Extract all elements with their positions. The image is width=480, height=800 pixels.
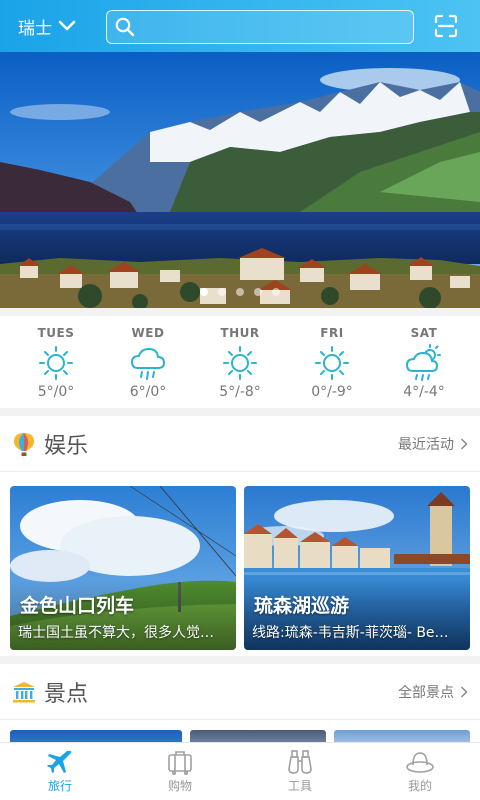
- hero-banner[interactable]: [0, 52, 480, 308]
- forecast-day[interactable]: THUR 5°/-8°: [200, 316, 280, 408]
- tab-label: 工具: [287, 779, 312, 793]
- airplane-icon: [47, 751, 72, 773]
- tab-label: 购物: [167, 779, 192, 793]
- hot-air-balloon-icon: [14, 432, 34, 456]
- entertainment-section: 娱乐 最近活动 金色山口列车 瑞士国土虽不算大，很多人觉… 琉森湖巡游 线路:琉…: [0, 416, 480, 656]
- banner-image: [0, 52, 480, 308]
- luggage-icon: [168, 751, 192, 775]
- activity-card[interactable]: 琉森湖巡游 线路:琉森-韦吉斯-菲茨瑙- Be…: [244, 486, 470, 650]
- section-title: 景点: [44, 681, 89, 707]
- chevron-right-icon: [460, 437, 468, 450]
- section-header: 娱乐 最近活动: [0, 416, 480, 472]
- hat-icon: [406, 752, 434, 773]
- region-selector[interactable]: 瑞士: [18, 14, 76, 39]
- day-name: WED: [131, 326, 165, 340]
- section-title: 娱乐: [44, 433, 89, 459]
- sun-icon: [315, 346, 349, 380]
- sun-rain-icon: [405, 344, 441, 381]
- museum-icon: [13, 681, 35, 702]
- binoculars-icon: [288, 750, 312, 774]
- day-name: SAT: [410, 326, 438, 340]
- sights-section: 景点 全部景点: [0, 664, 480, 754]
- page-dot[interactable]: [272, 288, 280, 296]
- page-dot[interactable]: [254, 288, 262, 296]
- rain-cloud-icon: [130, 347, 166, 380]
- day-name: THUR: [220, 326, 260, 340]
- page-dot[interactable]: [236, 288, 244, 296]
- app-page: 瑞士 TUES 5°/0° WED 6°/0° THUR 5°/-8° FRI …: [0, 0, 480, 800]
- day-temp: 5°/0°: [37, 384, 75, 400]
- search-box[interactable]: [106, 10, 414, 44]
- page-dot[interactable]: [200, 288, 208, 296]
- bottom-nav: 旅行 购物 工具 我的: [0, 742, 480, 800]
- page-dot[interactable]: [218, 288, 226, 296]
- activity-card[interactable]: 金色山口列车 瑞士国土虽不算大，很多人觉…: [10, 486, 236, 650]
- day-temp: 6°/0°: [129, 384, 167, 400]
- recent-activities-link[interactable]: 最近活动: [398, 434, 468, 454]
- search-icon: [115, 17, 135, 37]
- activity-cards: 金色山口列车 瑞士国土虽不算大，很多人觉… 琉森湖巡游 线路:琉森-韦吉斯-菲茨…: [0, 472, 480, 660]
- sun-icon: [223, 346, 257, 380]
- forecast-day[interactable]: FRI 0°/-9°: [292, 316, 372, 408]
- day-temp: 0°/-9°: [311, 384, 353, 400]
- forecast-day[interactable]: TUES 5°/0°: [16, 316, 96, 408]
- tab-label: 我的: [407, 779, 432, 793]
- forecast-day[interactable]: SAT 4°/-4°: [384, 316, 464, 408]
- weather-forecast: TUES 5°/0° WED 6°/0° THUR 5°/-8° FRI 0°/…: [0, 316, 480, 408]
- more-label: 全部景点: [398, 684, 454, 701]
- day-temp: 4°/-4°: [403, 384, 445, 400]
- forecast-day[interactable]: WED 6°/0°: [108, 316, 188, 408]
- chevron-down-icon: [58, 20, 76, 31]
- scan-icon[interactable]: [434, 14, 458, 38]
- all-sights-link[interactable]: 全部景点: [398, 682, 468, 702]
- card-subtitle: 线路:琉森-韦吉斯-菲茨瑙- Be…: [252, 625, 449, 641]
- card-title: 琉森湖巡游: [254, 595, 350, 617]
- day-temp: 5°/-8°: [219, 384, 261, 400]
- day-name: FRI: [320, 326, 344, 340]
- card-title: 金色山口列车: [20, 595, 135, 617]
- top-bar: 瑞士: [0, 0, 480, 52]
- tab-tools[interactable]: 工具: [255, 749, 345, 794]
- search-input[interactable]: [141, 19, 391, 35]
- region-label: 瑞士: [18, 18, 52, 39]
- more-label: 最近活动: [398, 436, 454, 453]
- card-subtitle: 瑞士国土虽不算大，很多人觉…: [18, 625, 214, 641]
- day-name: TUES: [37, 326, 75, 340]
- tab-travel[interactable]: 旅行: [15, 749, 105, 794]
- chevron-right-icon: [460, 685, 468, 698]
- section-header: 景点 全部景点: [0, 664, 480, 720]
- sun-icon: [39, 346, 73, 380]
- tab-shopping[interactable]: 购物: [135, 749, 225, 794]
- banner-pagination: [0, 288, 480, 296]
- tab-profile[interactable]: 我的: [375, 749, 465, 794]
- tab-label: 旅行: [47, 779, 72, 793]
